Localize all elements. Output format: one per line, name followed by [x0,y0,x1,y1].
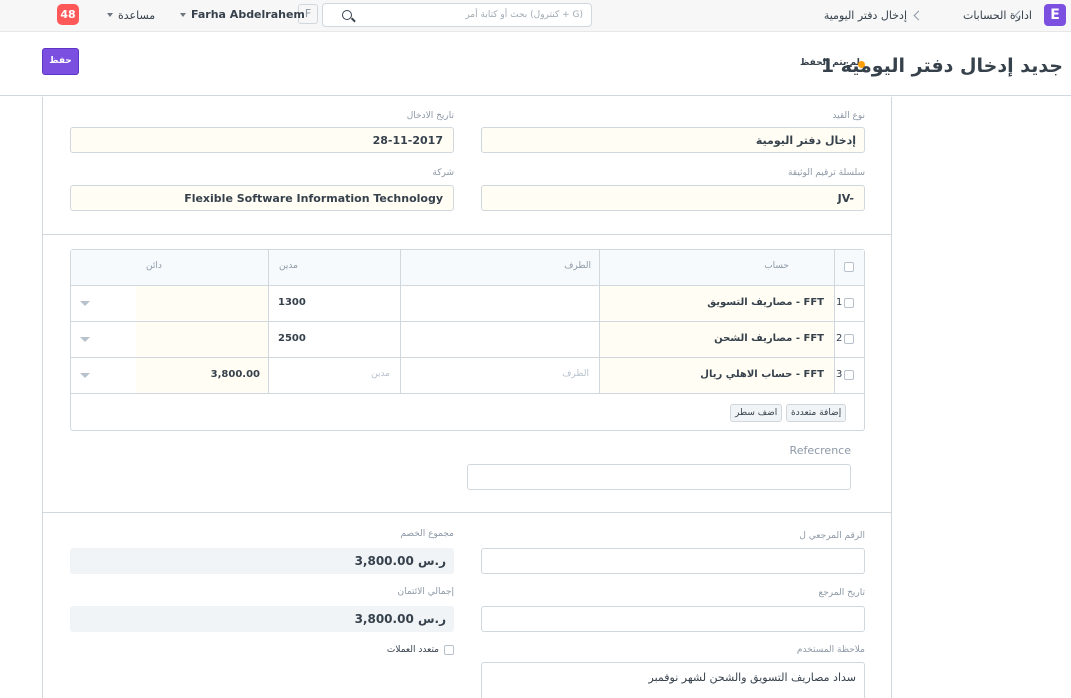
select-all-checkbox[interactable] [844,262,854,272]
user-caret-icon [180,13,186,17]
party-column-header: الطرف [564,261,591,271]
help-caret-icon [107,13,113,17]
section-divider [42,234,892,235]
table-header: حساب الطرف مدين دائن [71,250,864,286]
breadcrumb-accounts[interactable]: ادارة الحسابات [963,9,1032,22]
table-row[interactable]: 1 مصاريف التسويق - FFT 1300 [71,286,864,322]
add-row-button[interactable]: اضف سطر [730,404,783,422]
credit-cell[interactable] [136,286,268,321]
posting-date-value: 28-11-2017 [372,134,443,147]
credit-cell[interactable] [136,322,268,357]
column-divider [400,250,401,394]
ref-no-label: الرقم المرجعي ل [799,531,865,541]
search-input[interactable]: بحث أو كتابة أمر (كنترول + G) [322,3,592,27]
account-value: مصاريف التسويق - FFT [707,297,824,308]
row-index: 1 [836,297,843,308]
breadcrumb-journal-entry[interactable]: إدخال دفتر اليومية [824,9,907,22]
table-row[interactable]: 3 حساب الاهلي ريال - FFT الطرف مدين 3,80… [71,358,864,394]
series-value: JV- [837,192,854,205]
user-remark-value: سداد مصاريف التسويق والشحن لشهر نوفمبر [648,671,857,684]
column-divider [834,250,835,394]
accounts-table: حساب الطرف مدين دائن 1 مصاريف التسويق - … [70,249,865,431]
section-divider [42,512,892,513]
user-menu[interactable]: Farha Abdelrahem [191,8,305,21]
row-dropdown-icon[interactable] [80,301,90,306]
user-remark-label: ملاحظة المستخدم [796,645,865,655]
debit-value: 2500 [278,333,306,344]
column-divider [268,250,269,394]
series-select[interactable]: JV- [481,185,865,211]
help-menu[interactable]: مساعدة [118,9,155,22]
table-row[interactable]: 2 مصاريف الشحن - FFT 2500 [71,322,864,358]
breadcrumb-chevron-icon [913,10,924,21]
party-cell[interactable]: الطرف [401,358,599,393]
posting-date-label: تاريخ الادخال [406,111,454,121]
reference-field[interactable] [467,464,851,490]
notification-badge[interactable]: 48 [57,4,79,25]
debit-cell[interactable]: 1300 [269,286,400,321]
account-column-header: حساب [764,261,789,271]
total-credit-label: إجمالي الائتمان [397,587,454,597]
account-value: مصاريف الشحن - FFT [714,333,824,344]
row-index: 2 [836,333,843,344]
save-button[interactable]: حفظ [42,48,79,75]
debit-placeholder: مدين [371,369,390,379]
add-multiple-button[interactable]: إضافة متعددة [786,404,847,422]
search-placeholder: بحث أو كتابة أمر (كنترول + G) [465,10,583,20]
party-cell[interactable] [401,286,599,321]
ref-date-field[interactable] [481,606,865,632]
row-checkbox[interactable] [844,370,854,380]
party-placeholder: الطرف [562,369,589,379]
company-value: Flexible Software Information Technology [184,192,443,205]
credit-value: 3,800.00 [210,369,260,380]
debit-column-header: مدين [279,261,298,271]
app-logo[interactable]: E [1044,4,1066,26]
credit-cell[interactable]: 3,800.00 [136,358,268,393]
search-icon [342,10,352,20]
company-label: شركة [432,168,454,178]
reference-label: Refecrence [789,444,851,457]
company-field[interactable]: Flexible Software Information Technology [70,185,454,211]
debit-value: 1300 [278,297,306,308]
total-credit-value: ر.س 3,800.00 [354,612,446,626]
page-title: جديد إدخال دفتر اليومية 1 [820,55,1063,77]
ref-date-label: تاريخ المرجع [818,588,865,598]
row-checkbox[interactable] [844,334,854,344]
row-checkbox[interactable] [844,298,854,308]
credit-column-header: دائن [146,261,162,271]
multi-currency-checkbox[interactable] [444,645,454,655]
debit-cell[interactable]: 2500 [269,322,400,357]
ref-no-field[interactable] [481,548,865,574]
navbar: E ادارة الحسابات إدخال دفتر اليومية بحث … [0,0,1071,32]
column-divider [599,250,600,394]
user-remark-textarea[interactable]: سداد مصاريف التسويق والشحن لشهر نوفمبر [481,662,865,698]
series-label: سلسلة ترقيم الوثيقة [787,168,865,178]
account-cell[interactable]: مصاريف التسويق - FFT [600,286,834,321]
debit-cell[interactable]: مدين [269,358,400,393]
posting-date-field[interactable]: 28-11-2017 [70,127,454,153]
total-debit-label: مجموع الخصم [400,529,454,539]
total-credit-field: ر.س 3,800.00 [70,606,454,632]
multi-currency-label: متعدد العملات [386,645,439,655]
row-index: 3 [836,369,843,380]
entry-type-label: نوع القيد [832,111,865,121]
total-debit-value: ر.س 3,800.00 [354,554,446,568]
party-cell[interactable] [401,322,599,357]
entry-type-select[interactable]: إدخال دفتر اليومية [481,127,865,153]
account-value: حساب الاهلي ريال - FFT [700,369,824,380]
account-cell[interactable]: مصاريف الشحن - FFT [600,322,834,357]
account-cell[interactable]: حساب الاهلي ريال - FFT [600,358,834,393]
entry-type-value: إدخال دفتر اليومية [755,134,856,147]
row-dropdown-icon[interactable] [80,373,90,378]
total-debit-field: ر.س 3,800.00 [70,548,454,574]
row-dropdown-icon[interactable] [80,337,90,342]
